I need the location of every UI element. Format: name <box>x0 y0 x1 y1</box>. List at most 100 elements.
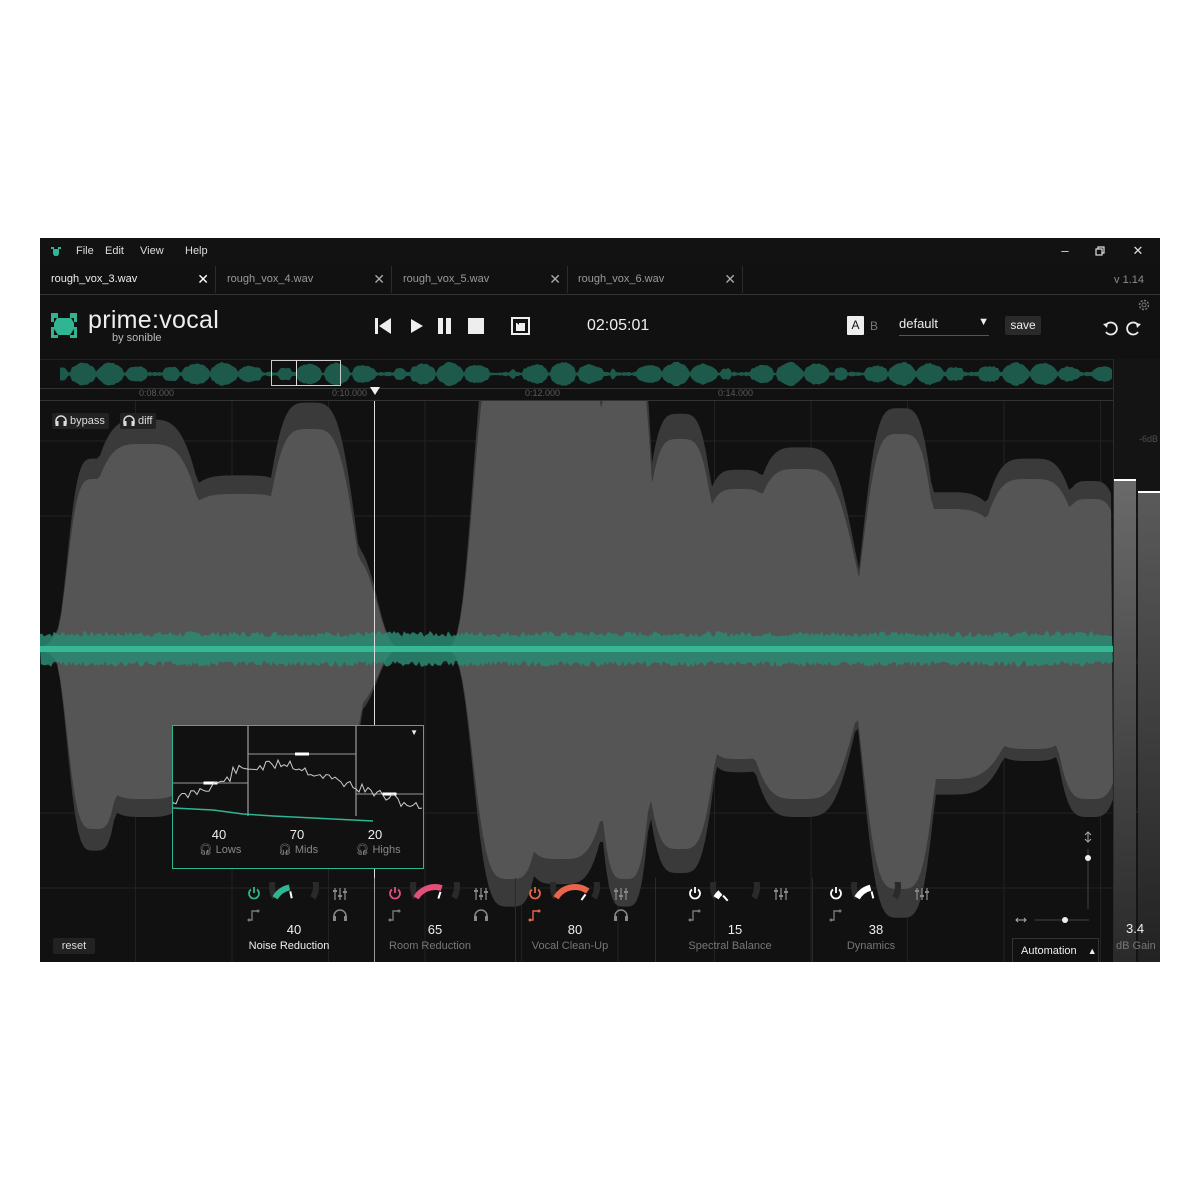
automation-icon[interactable] <box>829 908 843 922</box>
power-icon[interactable] <box>247 886 261 900</box>
module-knob[interactable] <box>405 882 465 926</box>
module-vocal-clean-up: 80 Vocal Clean-Up <box>520 878 660 962</box>
undo-icon[interactable] <box>1102 319 1120 337</box>
tab-rough-vox-5[interactable]: rough_vox_5.wav ✕ <box>392 266 568 293</box>
module-value: 80 <box>567 922 583 937</box>
tab-rough-vox-6[interactable]: rough_vox_6.wav ✕ <box>567 266 743 293</box>
stop-icon[interactable] <box>466 316 488 336</box>
meter-bar-left <box>1114 479 1136 962</box>
tab-label: rough_vox_4.wav <box>227 273 314 285</box>
tab-close-icon[interactable]: ✕ <box>373 266 385 293</box>
horizontal-zoom-slider[interactable] <box>1015 914 1095 926</box>
headphones-icon <box>55 415 67 426</box>
band-mids-value[interactable]: 70 <box>267 827 327 842</box>
tab-label: rough_vox_5.wav <box>403 273 490 285</box>
automation-button[interactable]: Automation ▲ <box>1012 938 1099 962</box>
band-lows-value[interactable]: 40 <box>189 827 249 842</box>
module-room-reduction: 65 Room Reduction <box>380 878 520 962</box>
ab-button-b[interactable]: B <box>870 319 878 333</box>
close-window-icon[interactable]: ✕ <box>1128 243 1148 259</box>
diff-button[interactable]: diff <box>120 413 157 429</box>
overview-waveform-graphic <box>60 361 1112 387</box>
headphones-icon: 🎧︎ <box>198 844 216 856</box>
power-icon[interactable] <box>388 886 402 900</box>
file-tabs: rough_vox_3.wav ✕ rough_vox_4.wav ✕ roug… <box>40 266 1160 295</box>
module-knob[interactable] <box>705 882 765 926</box>
band-highs-value[interactable]: 20 <box>345 827 405 842</box>
settings-sliders-icon[interactable] <box>473 887 489 901</box>
power-icon[interactable] <box>829 886 843 900</box>
noise-floor-line <box>172 807 374 822</box>
tab-close-icon[interactable]: ✕ <box>549 266 561 293</box>
overview-playhead <box>296 360 297 386</box>
module-noise-reduction: 40 Noise Reduction <box>239 878 379 962</box>
module-name[interactable]: Dynamics <box>801 940 941 952</box>
automation-label: Automation <box>1021 945 1077 957</box>
tab-close-icon[interactable]: ✕ <box>724 266 736 293</box>
settings-sliders-icon[interactable] <box>914 887 930 901</box>
module-name[interactable]: Vocal Clean-Up <box>500 940 640 952</box>
module-name[interactable]: Noise Reduction <box>219 940 359 952</box>
module-name[interactable]: Spectral Balance <box>660 940 800 952</box>
menu-view[interactable]: View <box>140 245 164 257</box>
pause-icon[interactable] <box>434 316 456 336</box>
overview-waveform[interactable] <box>40 359 1113 389</box>
headphones-icon[interactable] <box>613 908 629 922</box>
redo-icon[interactable] <box>1124 319 1142 337</box>
automation-icon[interactable] <box>388 908 402 922</box>
menu-edit[interactable]: Edit <box>105 245 124 257</box>
menu-help[interactable]: Help <box>185 245 208 257</box>
headphones-icon <box>123 415 135 426</box>
reset-button[interactable]: reset <box>53 938 95 954</box>
loop-icon[interactable] <box>510 316 532 336</box>
noise-reduction-band-panel: ▼ 40 🎧︎ Lows 70 🎧︎ Mids 20 🎧︎ Highs <box>172 725 424 869</box>
settings-sliders-icon[interactable] <box>773 887 789 901</box>
module-name[interactable]: Room Reduction <box>360 940 500 952</box>
preset-dropdown[interactable]: default ▼ <box>899 316 989 336</box>
prime-vocal-window: File Edit View Help – ✕ rough_vox_3.wav … <box>40 238 1160 962</box>
headphones-icon: 🎧︎ <box>277 844 295 856</box>
automation-icon[interactable] <box>688 908 702 922</box>
playhead-marker-icon[interactable] <box>370 387 380 395</box>
minimize-icon[interactable]: – <box>1055 243 1075 258</box>
menu-bar: File Edit View Help – ✕ <box>40 238 1160 265</box>
skip-back-icon[interactable] <box>373 316 395 336</box>
headphones-icon[interactable] <box>332 908 348 922</box>
module-value: 38 <box>868 922 884 937</box>
headphones-icon[interactable] <box>473 908 489 922</box>
band-label: Mids <box>294 844 319 856</box>
overview-viewport-handle[interactable] <box>271 360 341 386</box>
tab-rough-vox-4[interactable]: rough_vox_4.wav ✕ <box>216 266 392 293</box>
restore-icon[interactable] <box>1095 246 1105 256</box>
panel-menu-icon[interactable]: ▼ <box>410 728 418 737</box>
module-knob[interactable] <box>264 882 324 926</box>
power-icon[interactable] <box>528 886 542 900</box>
bypass-button[interactable]: bypass <box>52 413 109 429</box>
time-ruler[interactable]: 0:08.000 0:10.000 0:12.000 0:14.000 <box>40 387 1113 401</box>
band-lows-label[interactable]: 🎧︎ Lows <box>185 843 255 856</box>
band-label: Lows <box>215 844 242 856</box>
settings-sliders-icon[interactable] <box>613 887 629 901</box>
diff-label: diff <box>138 415 153 427</box>
chevron-up-icon: ▲ <box>1087 946 1097 956</box>
settings-sliders-icon[interactable] <box>332 887 348 901</box>
ruler-label: 0:12.000 <box>525 388 561 398</box>
band-highs-label[interactable]: 🎧︎ Highs <box>343 843 413 856</box>
save-button[interactable]: save <box>1005 316 1041 335</box>
module-knob[interactable] <box>545 882 605 926</box>
power-icon[interactable] <box>688 886 702 900</box>
gear-icon[interactable] <box>1137 298 1151 312</box>
menu-file[interactable]: File <box>76 245 94 257</box>
gain-value[interactable]: 3.4 <box>1126 921 1144 936</box>
tab-close-icon[interactable]: ✕ <box>197 266 209 293</box>
band-mids-label[interactable]: 🎧︎ Mids <box>263 843 333 856</box>
ab-button-a[interactable]: A <box>847 316 864 335</box>
module-value: 40 <box>286 922 302 937</box>
module-value: 65 <box>427 922 443 937</box>
play-icon[interactable] <box>406 316 428 336</box>
module-knob[interactable] <box>846 882 906 926</box>
automation-icon[interactable] <box>247 908 261 922</box>
tab-rough-vox-3[interactable]: rough_vox_3.wav ✕ <box>40 266 216 293</box>
vertical-zoom-slider[interactable] <box>1080 831 1096 911</box>
automation-icon[interactable] <box>528 908 542 922</box>
